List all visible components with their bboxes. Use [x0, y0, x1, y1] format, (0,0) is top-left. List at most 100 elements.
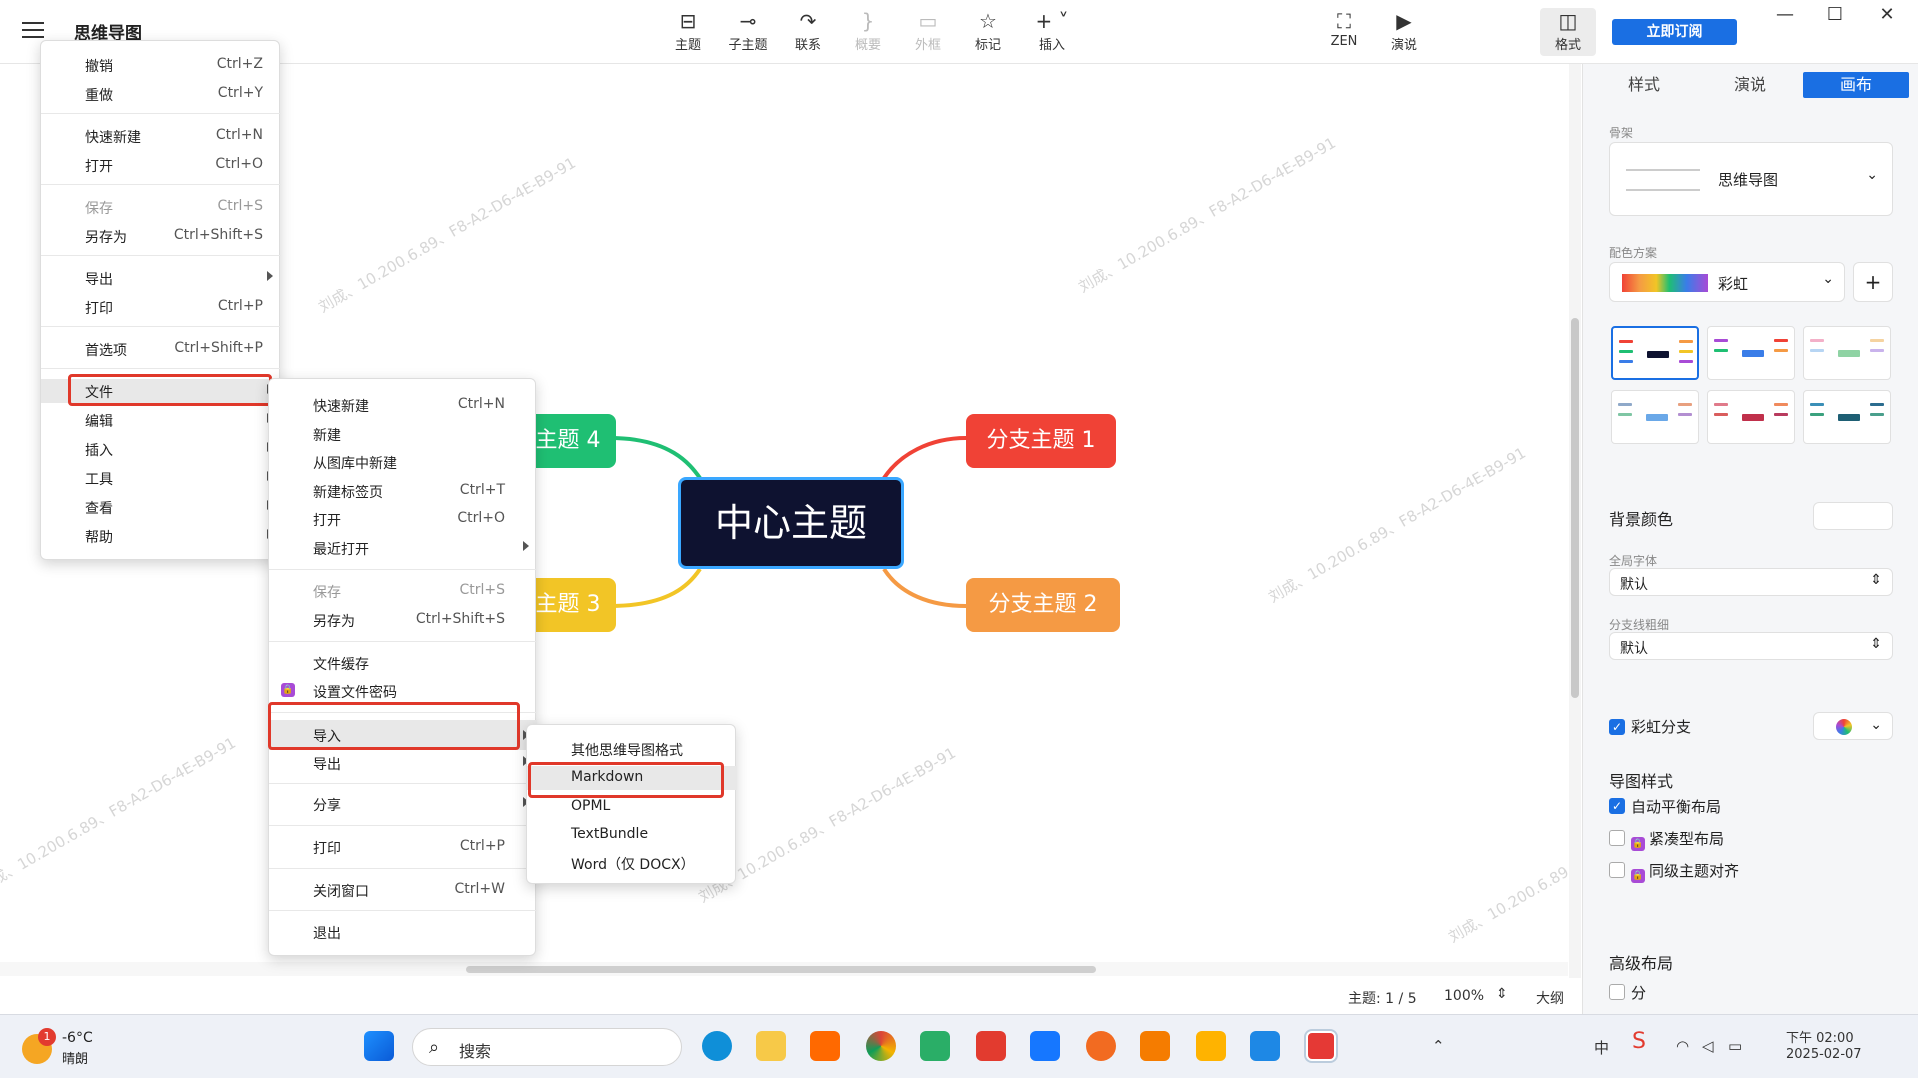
tab-present[interactable]: 演说: [1697, 72, 1803, 98]
battery-icon[interactable]: ▭: [1728, 1037, 1742, 1055]
xmind-icon[interactable]: [1306, 1031, 1336, 1061]
partial-checkbox[interactable]: [1609, 984, 1625, 1000]
subscribe-button[interactable]: 立即订阅: [1612, 19, 1737, 45]
bg-color-picker[interactable]: [1813, 502, 1893, 530]
menu-item-insert[interactable]: 插入: [41, 437, 281, 461]
mi-app-icon[interactable]: [810, 1031, 840, 1061]
menu-item-export[interactable]: 导出: [41, 266, 281, 290]
minimize-icon[interactable]: —: [1770, 4, 1800, 25]
global-font-select[interactable]: 默认 ⇕: [1609, 568, 1893, 596]
theme-card[interactable]: [1707, 326, 1795, 380]
tab-canvas[interactable]: 画布: [1803, 72, 1909, 98]
submenu-item-print[interactable]: 打印 Ctrl+P: [269, 835, 537, 859]
menu-item-tools[interactable]: 工具: [41, 466, 281, 490]
import-item-opml[interactable]: OPML: [527, 795, 737, 819]
hamburger-menu-icon[interactable]: [22, 22, 44, 40]
submenu-item-recent[interactable]: 最近打开: [269, 536, 537, 560]
ime-indicator[interactable]: 中: [1594, 1037, 1609, 1058]
theme-card[interactable]: [1803, 390, 1891, 444]
submenu-item-new-from-gallery[interactable]: 从图库中新建: [269, 450, 537, 474]
theme-card[interactable]: [1707, 390, 1795, 444]
tab-style[interactable]: 样式: [1591, 72, 1697, 98]
maximize-icon[interactable]: ☐: [1820, 4, 1850, 25]
menu-item-view[interactable]: 查看: [41, 495, 281, 519]
feishu-icon[interactable]: [1030, 1031, 1060, 1061]
zoom-level[interactable]: 100%: [1444, 988, 1484, 1004]
menu-label: 分享: [313, 798, 341, 814]
submenu-item-save-as[interactable]: 另存为 Ctrl+Shift+S: [269, 608, 537, 632]
menu-item-help[interactable]: 帮助: [41, 524, 281, 548]
submenu-item-open[interactable]: 打开 Ctrl+O: [269, 507, 537, 531]
compact-layout-checkbox[interactable]: [1609, 830, 1625, 846]
menu-item-open[interactable]: 打开 Ctrl+O: [41, 153, 281, 177]
import-item-textbundle[interactable]: TextBundle: [527, 823, 737, 847]
add-scheme-button[interactable]: +: [1853, 262, 1893, 302]
chrome-icon[interactable]: [866, 1031, 896, 1061]
menu-item-save[interactable]: 保存 Ctrl+S: [41, 195, 281, 219]
zoom-stepper-icon[interactable]: ⇕: [1496, 986, 1508, 1002]
toolbar-zen-button[interactable]: ⛶ ZEN: [1316, 8, 1372, 56]
theme-card[interactable]: [1611, 326, 1699, 380]
branch-width-select[interactable]: 默认 ⇕: [1609, 632, 1893, 660]
branch-topic-2[interactable]: 分支主题 2: [966, 578, 1120, 632]
submenu-item-close-window[interactable]: 关闭窗口 Ctrl+W: [269, 878, 537, 902]
file-explorer-icon[interactable]: [756, 1031, 786, 1061]
notepad-icon[interactable]: [1250, 1031, 1280, 1061]
toolbar-summary-button[interactable]: } 概要: [840, 8, 896, 56]
rainbow-branch-checkbox[interactable]: ✓: [1609, 719, 1625, 735]
toolbar-subtopic-button[interactable]: ⊸ 子主题: [720, 8, 776, 56]
wps-icon[interactable]: [976, 1031, 1006, 1061]
submenu-item-share[interactable]: 分享: [269, 792, 537, 816]
submenu-item-save[interactable]: 保存 Ctrl+S: [269, 579, 537, 603]
color-scheme-select[interactable]: 彩虹 ⌄: [1609, 262, 1845, 302]
app-orange-icon[interactable]: [1086, 1031, 1116, 1061]
menu-item-undo[interactable]: 撤销 Ctrl+Z: [41, 53, 281, 77]
align-same-level-checkbox[interactable]: [1609, 862, 1625, 878]
branch-topic-1[interactable]: 分支主题 1: [966, 414, 1116, 468]
horizontal-scrollbar[interactable]: [0, 962, 1568, 976]
taskbar-search[interactable]: ⌕ 搜索: [412, 1028, 682, 1066]
vertical-scrollbar[interactable]: [1569, 64, 1581, 978]
edge-browser-icon[interactable]: [702, 1031, 732, 1061]
menu-item-save-as[interactable]: 另存为 Ctrl+Shift+S: [41, 224, 281, 248]
toolbar-topic-button[interactable]: ⊟ 主题: [660, 8, 716, 56]
import-item-other-formats[interactable]: 其他思维导图格式: [527, 737, 737, 761]
wechat-icon[interactable]: [920, 1031, 950, 1061]
auto-balance-checkbox[interactable]: ✓: [1609, 798, 1625, 814]
theme-card[interactable]: [1611, 390, 1699, 444]
slides-app-icon[interactable]: [1196, 1031, 1226, 1061]
skeleton-select[interactable]: 思维导图 ⌄: [1609, 142, 1893, 216]
clock-date[interactable]: 2025-02-07: [1786, 1047, 1862, 1062]
submenu-item-set-password[interactable]: 🔒 设置文件密码: [269, 679, 537, 703]
submenu-item-new[interactable]: 新建: [269, 422, 537, 446]
rainbow-color-select[interactable]: ⌄: [1813, 712, 1893, 740]
central-topic[interactable]: 中心主题: [678, 477, 904, 569]
outline-button[interactable]: 大纲: [1536, 988, 1564, 1008]
menu-item-preferences[interactable]: 首选项 Ctrl+Shift+P: [41, 337, 281, 361]
wifi-icon[interactable]: ◠: [1676, 1037, 1689, 1055]
menu-item-print[interactable]: 打印 Ctrl+P: [41, 295, 281, 319]
toolbar-insert-button[interactable]: + ˅ 插入: [1024, 8, 1080, 56]
sogou-ime-icon[interactable]: S: [1632, 1029, 1646, 1054]
windows-start-icon[interactable]: [364, 1031, 394, 1061]
submenu-item-new-tab[interactable]: 新建标签页 Ctrl+T: [269, 479, 537, 503]
submenu-item-export[interactable]: 导出: [269, 751, 537, 775]
chart-app-icon[interactable]: [1140, 1031, 1170, 1061]
import-item-word[interactable]: Word（仅 DOCX）: [527, 851, 737, 875]
menu-item-edit[interactable]: 编辑: [41, 408, 281, 432]
menu-item-quick-new[interactable]: 快速新建 Ctrl+N: [41, 124, 281, 148]
submenu-item-quick-new[interactable]: 快速新建 Ctrl+N: [269, 393, 537, 417]
volume-icon[interactable]: ◁: [1702, 1037, 1714, 1055]
theme-card[interactable]: [1803, 326, 1891, 380]
clock-time[interactable]: 下午 02:00: [1786, 1027, 1854, 1046]
toolbar-relation-button[interactable]: ↷ 联系: [780, 8, 836, 56]
close-icon[interactable]: ✕: [1872, 4, 1902, 25]
toolbar-format-button[interactable]: ◫ 格式: [1540, 8, 1596, 56]
toolbar-boundary-button[interactable]: ▭ 外框: [900, 8, 956, 56]
submenu-item-quit[interactable]: 退出: [269, 920, 537, 944]
toolbar-marker-button[interactable]: ☆ 标记: [960, 8, 1016, 56]
toolbar-present-button[interactable]: ▶ 演说: [1376, 8, 1432, 56]
menu-item-redo[interactable]: 重做 Ctrl+Y: [41, 82, 281, 106]
submenu-item-file-cache[interactable]: 文件缓存: [269, 651, 537, 675]
tray-chevron-icon[interactable]: ⌃: [1432, 1037, 1445, 1055]
